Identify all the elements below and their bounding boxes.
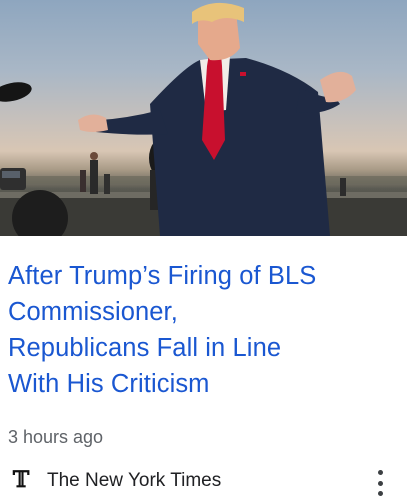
article-timestamp: 3 hours ago [8,427,104,447]
nyt-t-logo-icon: 𝕋 [12,467,30,493]
article-headline[interactable]: After Trump’s Firing of BLS Commissioner… [8,258,400,402]
news-card[interactable]: After Trump’s Firing of BLS Commissioner… [0,0,407,500]
more-options-button[interactable] [371,470,389,496]
source-row: 𝕋 The New York Times [0,464,407,500]
article-photo-illustration [0,2,407,236]
headline-line: With His Criticism [8,370,210,398]
headline-line: Commissioner, [8,298,178,326]
source-name[interactable]: The New York Times [47,470,221,492]
more-vert-icon [377,470,383,475]
headline-line: Republicans Fall in Line [8,334,282,362]
headline-line: After Trump’s Firing of BLS [8,262,317,290]
article-image[interactable] [0,0,407,236]
